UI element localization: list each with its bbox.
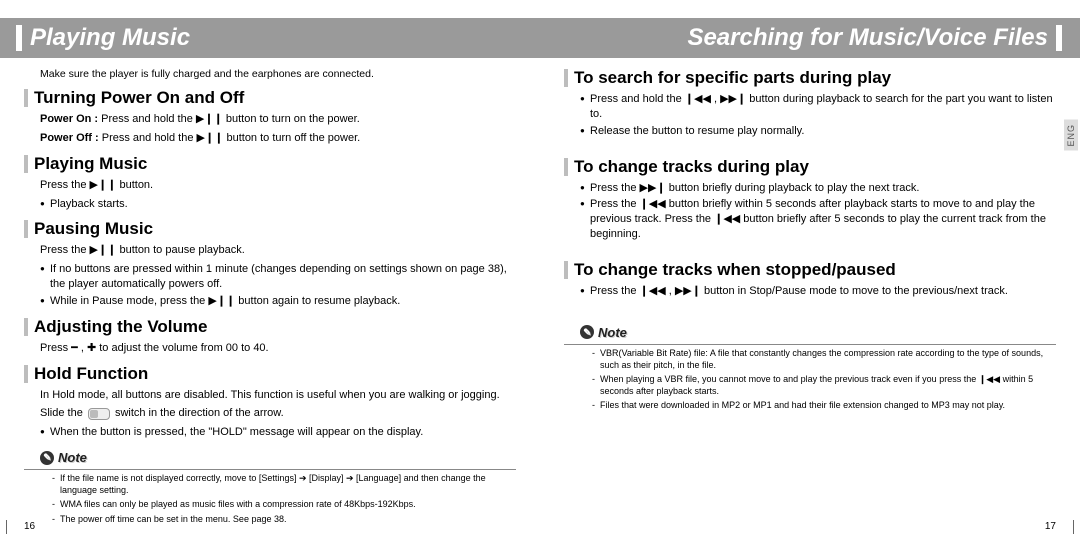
page-right: Searching for Music/Voice Files To searc…	[540, 0, 1080, 540]
pausing-bullets: If no buttons are pressed within 1 minut…	[40, 262, 516, 309]
pausing-b1: If no buttons are pressed within 1 minut…	[40, 262, 516, 292]
left-intro: Make sure the player is fully charged an…	[40, 68, 516, 80]
language-tab: ENG	[1064, 120, 1078, 151]
note-icon: ✎	[580, 325, 594, 339]
search-b1: Press and hold the ❙◀◀ , ▶▶❙ button duri…	[580, 92, 1056, 122]
right-titlebar: Searching for Music/Voice Files	[540, 18, 1080, 58]
page-number-left: 16	[24, 521, 35, 532]
change-play-b2: Press the ❙◀◀ button briefly within 5 se…	[580, 197, 1056, 242]
section-search: To search for specific parts during play	[564, 68, 1056, 88]
titlebar-stub	[16, 25, 22, 51]
left-note-2: WMA files can only be played as music fi…	[52, 498, 516, 510]
left-note-3: The power off time can be set in the men…	[52, 513, 516, 525]
right-note-2: When playing a VBR file, you cannot move…	[592, 373, 1056, 397]
search-b2: Release the button to resume play normal…	[580, 124, 1056, 139]
crop-tick-left	[6, 520, 7, 534]
search-bullets: Press and hold the ❙◀◀ , ▶▶❙ button duri…	[580, 92, 1056, 139]
change-stopped-b1: Press the ❙◀◀ , ▶▶❙ button in Stop/Pause…	[580, 284, 1056, 299]
page-left: Playing Music Make sure the player is fu…	[0, 0, 540, 540]
pausing-b2: While in Pause mode, press the ▶❙❙ butto…	[40, 294, 516, 309]
playing-line: Press the ▶❙❙ button.	[40, 178, 516, 193]
left-title: Playing Music	[30, 24, 190, 52]
volume-line: Press ━ , ✚ to adjust the volume from 00…	[40, 341, 516, 356]
titlebar-stub	[1056, 25, 1062, 51]
section-volume: Adjusting the Volume	[24, 317, 516, 337]
section-change-stopped: To change tracks when stopped/paused	[564, 260, 1056, 280]
right-note-1: VBR(Variable Bit Rate) file: A file that…	[592, 347, 1056, 371]
note-icon: ✎	[40, 451, 54, 465]
left-note-rule	[24, 469, 516, 470]
hold-line1: In Hold mode, all buttons are disabled. …	[40, 388, 516, 403]
change-play-bullets: Press the ▶▶❙ button briefly during play…	[580, 181, 1056, 242]
power-off-line: Power Off : Press and hold the ▶❙❙ butto…	[40, 131, 516, 146]
left-note-header: ✎ Note	[40, 450, 516, 465]
section-change-play: To change tracks during play	[564, 157, 1056, 177]
right-note-3: Files that were downloaded in MP2 or MP1…	[592, 399, 1056, 411]
hold-bullets: When the button is pressed, the "HOLD" m…	[40, 425, 516, 440]
pausing-line: Press the ▶❙❙ button to pause playback.	[40, 243, 516, 258]
left-note-list: If the file name is not displayed correc…	[52, 472, 516, 525]
hold-b1: When the button is pressed, the "HOLD" m…	[40, 425, 516, 440]
section-pausing: Pausing Music	[24, 219, 516, 239]
section-hold: Hold Function	[24, 364, 516, 384]
change-stopped-bullets: Press the ❙◀◀ , ▶▶❙ button in Stop/Pause…	[580, 284, 1056, 299]
playing-bullets: Playback starts.	[40, 197, 516, 212]
right-note-header: ✎ Note	[580, 325, 1056, 340]
change-play-b1: Press the ▶▶❙ button briefly during play…	[580, 181, 1056, 196]
hold-line2: Slide the switch in the direction of the…	[40, 406, 516, 421]
crop-tick-right	[1073, 520, 1074, 534]
right-title: Searching for Music/Voice Files	[687, 24, 1048, 52]
page-spread: Playing Music Make sure the player is fu…	[0, 0, 1080, 540]
section-power: Turning Power On and Off	[24, 88, 516, 108]
left-note-1: If the file name is not displayed correc…	[52, 472, 516, 496]
hold-switch-icon	[88, 408, 110, 420]
section-playing: Playing Music	[24, 154, 516, 174]
playing-b1: Playback starts.	[40, 197, 516, 212]
right-note-rule	[564, 344, 1056, 345]
right-note-list: VBR(Variable Bit Rate) file: A file that…	[592, 347, 1056, 412]
left-titlebar: Playing Music	[0, 18, 540, 58]
power-on-line: Power On : Press and hold the ▶❙❙ button…	[40, 112, 516, 127]
page-number-right: 17	[1045, 521, 1056, 532]
